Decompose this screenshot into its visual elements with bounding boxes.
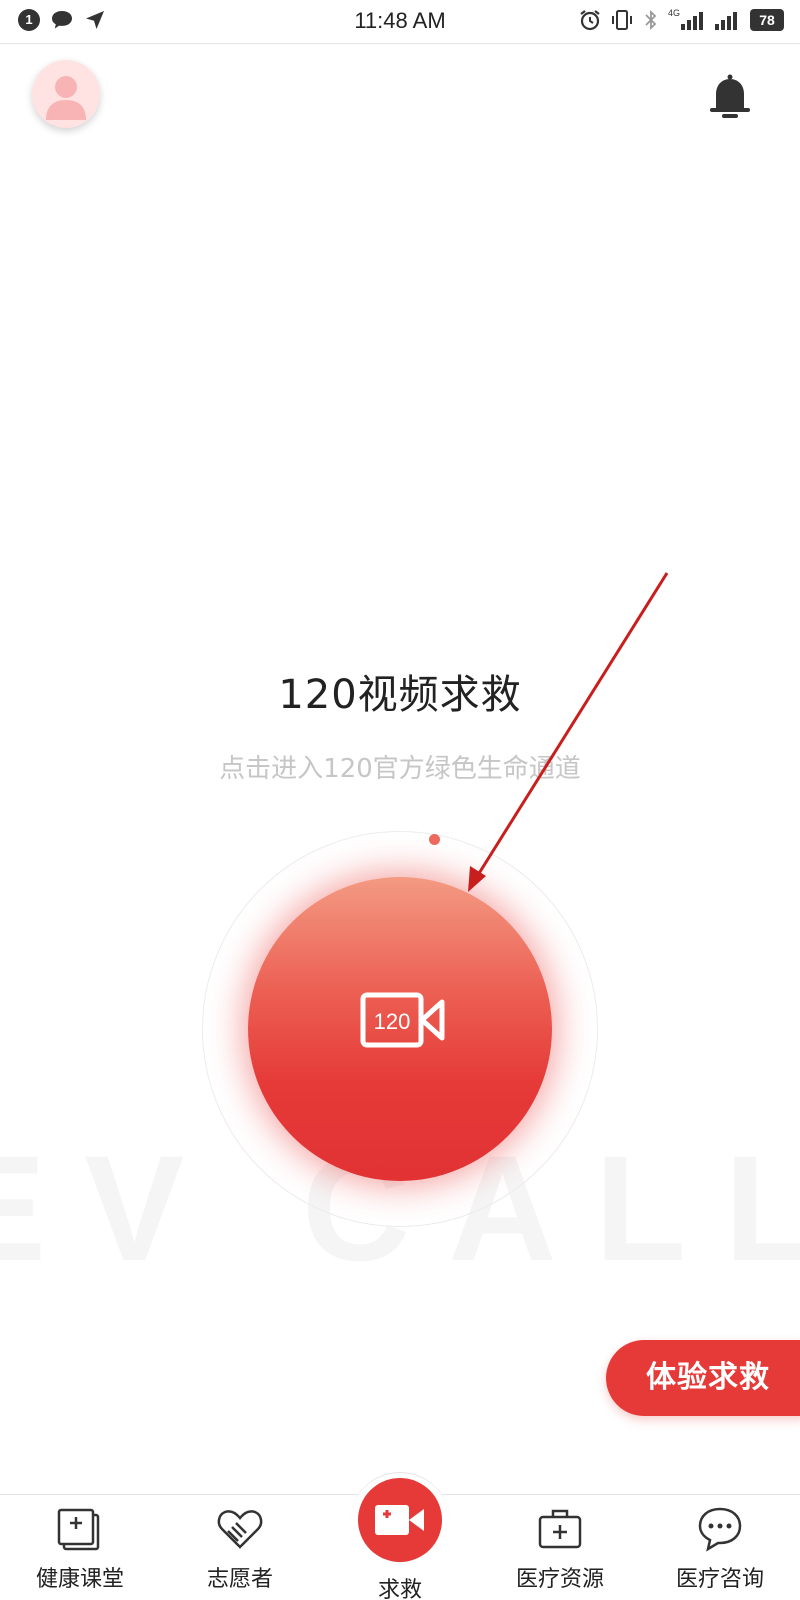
first-aid-kit-icon	[538, 1509, 582, 1549]
nav-label-volunteer: 志愿者	[206, 1567, 273, 1592]
status-right-icons: 4G 78	[578, 8, 784, 32]
signal-strength-2-icon	[715, 12, 737, 30]
nav-item-health-class[interactable]: 健康课堂	[0, 1495, 160, 1600]
user-silhouette-icon	[46, 76, 86, 120]
nav-label-sos: 求救	[377, 1578, 422, 1600]
chat-bubble-icon	[698, 1507, 742, 1552]
volunteer-heart-icon	[217, 1510, 263, 1549]
nav-label-health-class: 健康课堂	[35, 1567, 124, 1592]
nav-item-volunteer[interactable]: 志愿者	[160, 1495, 320, 1600]
page-subtitle: 点击进入120官方绿色生命通道	[219, 754, 581, 784]
network-type-label: 4G	[667, 8, 680, 18]
nav-item-medical-consult[interactable]: 医疗咨询	[640, 1495, 800, 1600]
alarm-icon	[580, 10, 600, 31]
sos-icon-text: 120	[374, 1009, 411, 1034]
nav-item-sos[interactable]	[358, 1478, 442, 1562]
notification-bell-button[interactable]	[708, 72, 752, 122]
bluetooth-icon	[645, 9, 657, 31]
nav-label-medical-consult: 医疗咨询	[675, 1567, 764, 1592]
video-camera-120-icon: 120	[360, 992, 445, 1048]
signal-strength-icon	[681, 12, 703, 30]
vibrate-icon	[611, 10, 632, 30]
avatar[interactable]	[32, 60, 100, 128]
trial-sos-button[interactable]: 体验求救	[606, 1340, 800, 1416]
battery-indicator: 78	[750, 9, 784, 31]
bell-icon	[710, 74, 750, 118]
video-call-icon	[375, 1505, 424, 1535]
page-title: 120视频求救	[278, 672, 522, 718]
nav-label-medical-resources: 医疗资源	[515, 1567, 604, 1592]
health-class-icon	[57, 1508, 100, 1551]
status-bar: 1 11:48 AM 4G 78	[0, 0, 800, 44]
nav-item-medical-resources[interactable]: 医疗资源	[480, 1495, 640, 1600]
ring-indicator-dot	[429, 834, 440, 845]
